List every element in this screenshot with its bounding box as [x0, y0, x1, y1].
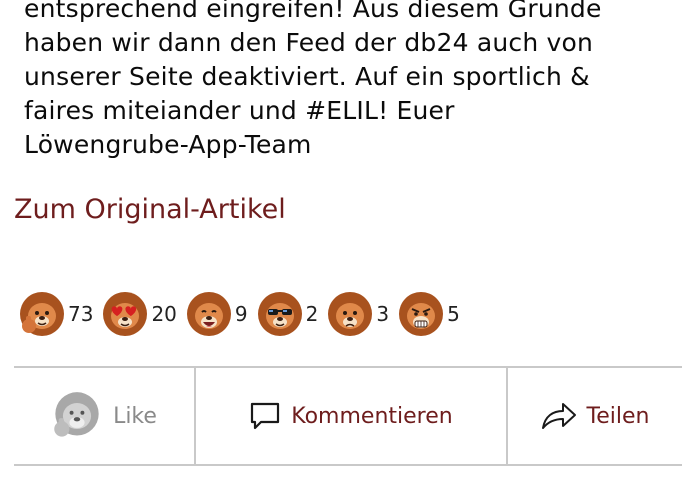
- action-bar: Like Kommentieren Teilen: [14, 366, 682, 466]
- like-label: Like: [113, 403, 157, 429]
- reaction-count: 20: [151, 302, 177, 326]
- speech-bubble-icon: [251, 402, 280, 430]
- reaction-count: 2: [305, 302, 319, 326]
- article-line: entsprechend eingreifen! Aus diesem Grun…: [24, 0, 602, 23]
- comment-label: Kommentieren: [291, 403, 453, 429]
- article-line: unserer Seite deaktiviert. Auf ein sport…: [24, 62, 590, 91]
- share-label: Teilen: [586, 403, 650, 429]
- original-article-link[interactable]: Zum Original-Artikel: [14, 194, 286, 225]
- laughing-lion-icon: [186, 292, 231, 336]
- share-button[interactable]: Teilen: [508, 368, 682, 464]
- reaction-sad[interactable]: 3: [326, 290, 395, 338]
- reaction-sunglasses[interactable]: 2: [256, 290, 325, 338]
- reaction-heart-eyes[interactable]: 20: [101, 290, 182, 338]
- like-button[interactable]: Like: [14, 368, 196, 464]
- reaction-count: 9: [234, 302, 248, 326]
- article-line: Löwengrube-App-Team: [24, 130, 312, 159]
- share-arrow-icon: [541, 403, 576, 429]
- reaction-count: 3: [376, 302, 390, 326]
- article-line: faires miteiander und #ELIL! Euer: [24, 96, 455, 125]
- reaction-laughing[interactable]: 9: [185, 290, 254, 338]
- sunglasses-lion-icon: [257, 292, 302, 336]
- heart-eyes-lion-icon: [103, 292, 148, 336]
- like-lion-icon: [54, 392, 99, 437]
- article-line: haben wir dann den Feed der db24 auch vo…: [24, 28, 594, 57]
- angry-lion-icon: [399, 292, 444, 336]
- reaction-count: 73: [68, 302, 94, 326]
- thumbs-up-lion-icon: [20, 292, 64, 336]
- sad-lion-icon: [328, 292, 373, 336]
- comment-button[interactable]: Kommentieren: [196, 368, 508, 464]
- reaction-angry[interactable]: 5: [397, 290, 466, 338]
- article-body: entsprechend eingreifen! Aus diesem Grun…: [24, 0, 684, 162]
- reaction-thumbs-up[interactable]: 73: [18, 290, 99, 338]
- reaction-count: 5: [447, 302, 460, 326]
- reaction-bar: 73 20 9 2 3 5: [18, 289, 468, 339]
